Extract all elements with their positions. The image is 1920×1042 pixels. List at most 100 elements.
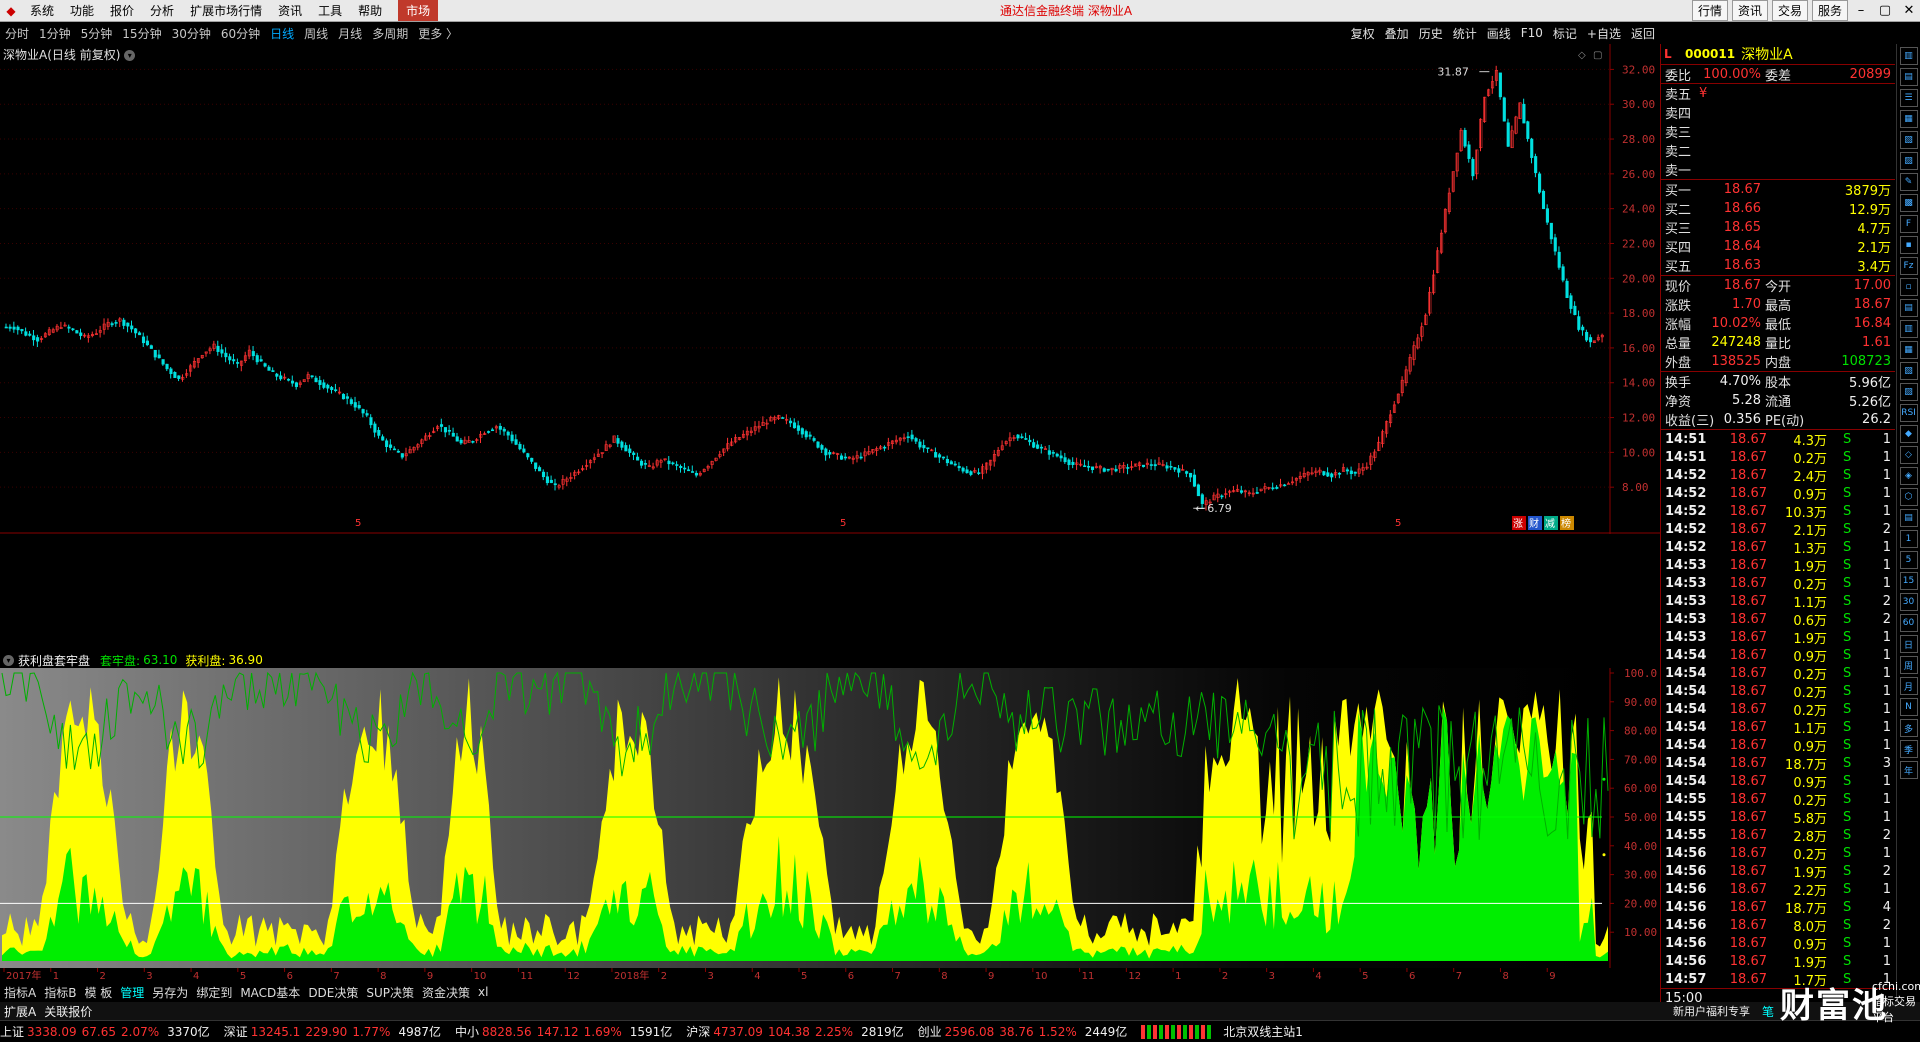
index-quote-2[interactable]: 中小 8828.56 147.12 1.69% 1591亿 bbox=[455, 1023, 672, 1040]
side-icon-4[interactable]: ▧ bbox=[1899, 131, 1918, 149]
side-icon-21[interactable]: ⬡ bbox=[1899, 488, 1918, 506]
tab-related-quotes[interactable]: 关联报价 bbox=[40, 1003, 96, 1020]
corner-tag-3[interactable]: 榜 bbox=[1561, 517, 1571, 530]
menu-item-3[interactable]: 分析 bbox=[142, 2, 182, 19]
indicator-tab-5[interactable]: 绑定到 bbox=[192, 984, 236, 1001]
side-icon-9[interactable]: ▪ bbox=[1899, 236, 1918, 254]
index-quote-1[interactable]: 深证 13245.1 229.90 1.77% 4987亿 bbox=[224, 1023, 441, 1040]
corner-tag-0[interactable]: 涨 bbox=[1513, 518, 1523, 530]
side-icon-27[interactable]: 60 bbox=[1899, 614, 1918, 632]
maximize-icon[interactable]: ▢ bbox=[1874, 3, 1896, 18]
toolbar-btn-8[interactable]: 返回 bbox=[1626, 25, 1660, 42]
menu-item-4[interactable]: 扩展市场行情 bbox=[182, 2, 270, 19]
side-icon-10[interactable]: Fz bbox=[1899, 257, 1918, 275]
period-tab-3[interactable]: 15分钟 bbox=[117, 25, 166, 42]
side-icon-15[interactable]: ▧ bbox=[1899, 362, 1918, 380]
tab-ext-a[interactable]: 扩展A bbox=[0, 1003, 40, 1020]
sell-row-4[interactable]: 卖四 bbox=[1661, 103, 1895, 122]
index-quote-3[interactable]: 沪深 4737.09 104.38 2.25% 2819亿 bbox=[686, 1023, 903, 1040]
side-icon-24[interactable]: 5 bbox=[1899, 551, 1918, 569]
side-icon-19[interactable]: ◇ bbox=[1899, 446, 1918, 464]
period-tab-0[interactable]: 分时 bbox=[0, 25, 34, 42]
side-icon-28[interactable]: 日 bbox=[1899, 635, 1918, 653]
toolbar-btn-1[interactable]: 叠加 bbox=[1380, 25, 1414, 42]
toolbar-btn-2[interactable]: 历史 bbox=[1414, 25, 1448, 42]
side-icon-20[interactable]: ◈ bbox=[1899, 467, 1918, 485]
side-icon-12[interactable]: ▤ bbox=[1899, 299, 1918, 317]
menu-item-7[interactable]: 帮助 bbox=[350, 2, 390, 19]
minimize-icon[interactable]: – bbox=[1850, 3, 1872, 18]
side-icon-26[interactable]: 30 bbox=[1899, 593, 1918, 611]
indicator-tab-9[interactable]: 资金决策 bbox=[418, 984, 474, 1001]
indicator-tab-2[interactable]: 模 板 bbox=[80, 984, 116, 1001]
period-tab-2[interactable]: 5分钟 bbox=[76, 25, 118, 42]
chart-square-icon[interactable]: ▢ bbox=[1593, 50, 1602, 61]
period-tab-1[interactable]: 1分钟 bbox=[34, 25, 76, 42]
toolbar-btn-5[interactable]: F10 bbox=[1516, 26, 1548, 40]
toolbar-btn-0[interactable]: 复权 bbox=[1346, 25, 1380, 42]
period-tab-7[interactable]: 周线 bbox=[299, 25, 333, 42]
corner-tag-2[interactable]: 减 bbox=[1545, 518, 1555, 530]
indicator-tab-3[interactable]: 管理 bbox=[116, 984, 148, 1001]
side-icon-1[interactable]: ▤ bbox=[1899, 68, 1918, 86]
menu-item-5[interactable]: 资讯 bbox=[270, 2, 310, 19]
buy-row-5[interactable]: 买五 18.63 3.4万 bbox=[1661, 256, 1895, 275]
side-icon-31[interactable]: N bbox=[1899, 698, 1918, 716]
top-button-1[interactable]: 资讯 bbox=[1731, 0, 1768, 21]
menu-item-2[interactable]: 报价 bbox=[102, 2, 142, 19]
toolbar-btn-7[interactable]: +自选 bbox=[1582, 25, 1626, 42]
side-icon-0[interactable]: ▥ bbox=[1899, 47, 1918, 65]
side-icon-5[interactable]: ▨ bbox=[1899, 152, 1918, 170]
sell-row-3[interactable]: 卖三 bbox=[1661, 122, 1895, 141]
menu-item-1[interactable]: 功能 bbox=[62, 2, 102, 19]
toolbar-btn-4[interactable]: 画线 bbox=[1482, 25, 1516, 42]
kline-chart[interactable]: 32.00 30.00 28.00 26.00 24.00 22.00 20.00 18.00… bbox=[0, 44, 1660, 534]
top-button-3[interactable]: 服务 bbox=[1811, 0, 1848, 21]
indicator-tab-6[interactable]: MACD基本 bbox=[236, 984, 304, 1001]
side-icon-30[interactable]: 月 bbox=[1899, 677, 1918, 695]
top-button-2[interactable]: 交易 bbox=[1771, 0, 1808, 21]
indicator-chart[interactable]: 100.0 90.00 80.00 70.00 60.00 50.00 40.00 30.00… bbox=[0, 668, 1660, 968]
period-tab-6[interactable]: 日线 bbox=[265, 25, 299, 42]
side-icon-25[interactable]: 15 bbox=[1899, 572, 1918, 590]
side-icon-23[interactable]: 1 bbox=[1899, 530, 1918, 548]
indicator-menu-icon[interactable]: ▾ bbox=[3, 654, 14, 666]
toolbar-btn-3[interactable]: 统计 bbox=[1448, 25, 1482, 42]
period-tab-9[interactable]: 多周期 bbox=[367, 25, 413, 42]
side-icon-8[interactable]: F bbox=[1899, 215, 1918, 233]
buy-row-2[interactable]: 买二 18.66 12.9万 bbox=[1661, 199, 1895, 218]
side-icon-16[interactable]: ▨ bbox=[1899, 383, 1918, 401]
side-icon-3[interactable]: ▦ bbox=[1899, 110, 1918, 128]
chart-diamond-icon[interactable]: ◇ bbox=[1578, 50, 1586, 61]
top-button-0[interactable]: 行情 bbox=[1691, 0, 1728, 21]
indicator-tab-0[interactable]: 指标A bbox=[0, 984, 40, 1001]
close-icon[interactable]: ✕ bbox=[1898, 3, 1920, 18]
side-icon-33[interactable]: 季 bbox=[1899, 740, 1918, 758]
side-icon-17[interactable]: RSI bbox=[1899, 404, 1918, 422]
side-icon-14[interactable]: ▦ bbox=[1899, 341, 1918, 359]
toolbar-btn-6[interactable]: 标记 bbox=[1548, 25, 1582, 42]
indicator-tab-8[interactable]: SUP决策 bbox=[362, 984, 418, 1001]
side-icon-2[interactable]: ☰ bbox=[1899, 89, 1918, 107]
sell-row-1[interactable]: 卖一 bbox=[1661, 160, 1895, 179]
corner-tag-1[interactable]: 财 bbox=[1529, 517, 1539, 530]
buy-row-4[interactable]: 买四 18.64 2.1万 bbox=[1661, 237, 1895, 256]
server-name[interactable]: 北京双线主站1 bbox=[1223, 1023, 1303, 1040]
indicator-tab-4[interactable]: 另存为 bbox=[148, 984, 192, 1001]
period-tab-10[interactable]: 更多 〉 bbox=[413, 25, 463, 42]
buy-row-1[interactable]: 买一 18.67 3879万 bbox=[1661, 180, 1895, 199]
period-tab-4[interactable]: 30分钟 bbox=[167, 25, 216, 42]
side-icon-22[interactable]: ▤ bbox=[1899, 509, 1918, 527]
menu-item-6[interactable]: 工具 bbox=[310, 2, 350, 19]
period-tab-8[interactable]: 月线 bbox=[333, 25, 367, 42]
menu-item-0[interactable]: 系统 bbox=[22, 2, 62, 19]
side-icon-32[interactable]: 多 bbox=[1899, 719, 1918, 737]
index-quote-4[interactable]: 创业 2596.08 38.76 1.52% 2449亿 bbox=[918, 1023, 1128, 1040]
side-icon-11[interactable]: ▫ bbox=[1899, 278, 1918, 296]
chart-title-dropdown-icon[interactable]: ▾ bbox=[124, 50, 136, 61]
sell-row-5[interactable]: 卖五 ¥ bbox=[1661, 84, 1895, 103]
sell-row-2[interactable]: 卖二 bbox=[1661, 141, 1895, 160]
buy-row-3[interactable]: 买三 18.65 4.7万 bbox=[1661, 218, 1895, 237]
side-icon-18[interactable]: ◆ bbox=[1899, 425, 1918, 443]
side-icon-13[interactable]: ▥ bbox=[1899, 320, 1918, 338]
